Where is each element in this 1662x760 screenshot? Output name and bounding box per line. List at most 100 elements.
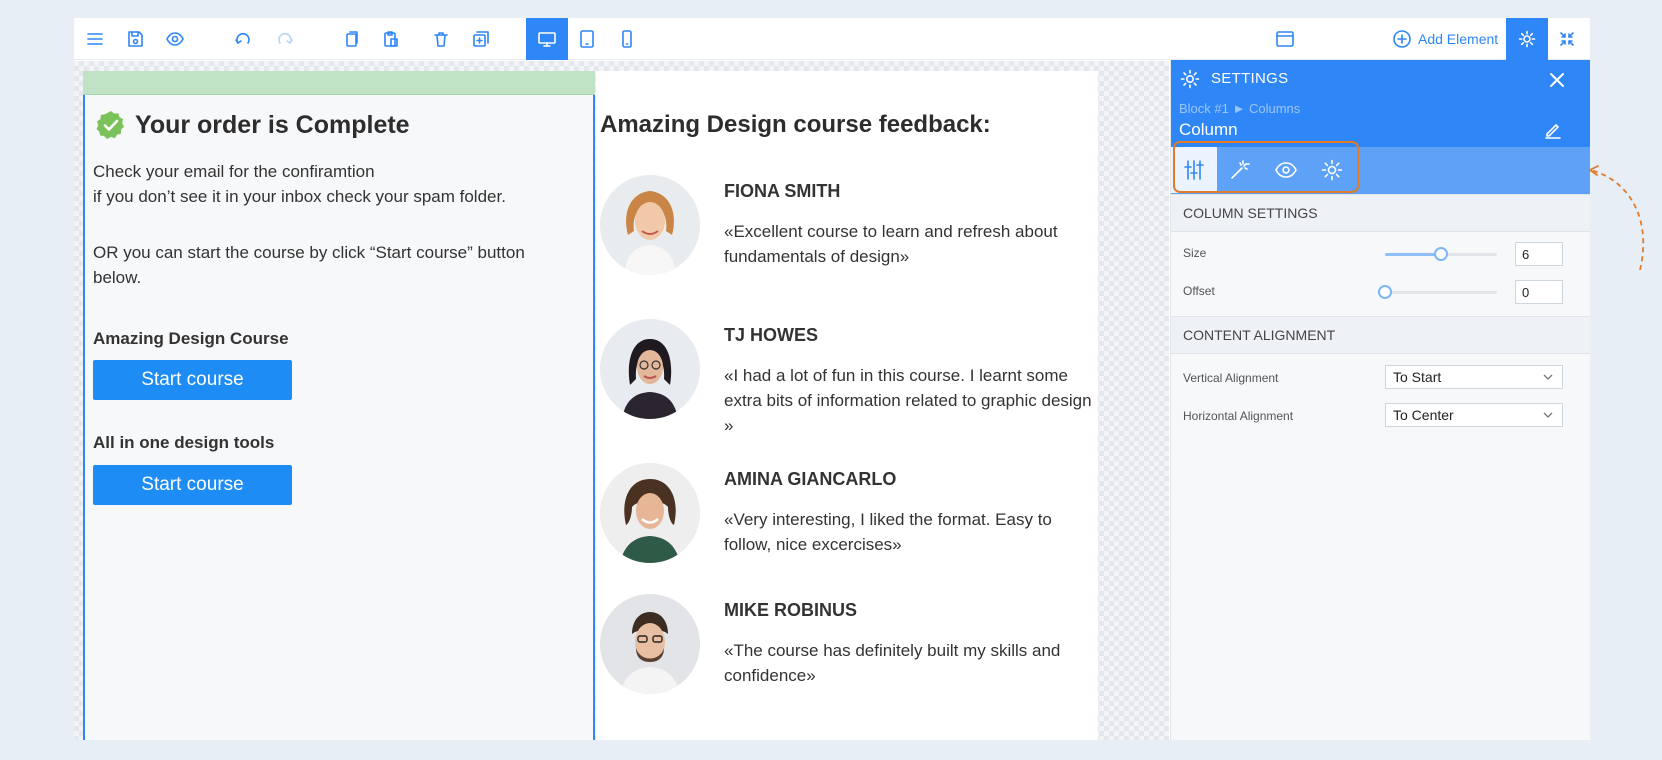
undo-button[interactable] — [222, 18, 264, 60]
delete-button[interactable] — [420, 18, 462, 60]
start-course-button-2[interactable]: Start course — [93, 465, 292, 505]
redo-icon — [278, 32, 293, 44]
paste-icon — [384, 31, 398, 47]
chevron-down-icon — [1543, 374, 1553, 380]
layout-window-button[interactable] — [1264, 18, 1306, 60]
column-settings-section: COLUMN SETTINGS — [1171, 194, 1590, 232]
desktop-view-button[interactable] — [526, 18, 568, 60]
verified-check-icon — [96, 111, 125, 139]
offset-input[interactable]: 0 — [1515, 280, 1563, 304]
top-toolbar: Add Element — [74, 18, 1590, 60]
start-course-instructions: OR you can start the course by click “St… — [93, 243, 525, 287]
review-quote: «I had a lot of fun in this course. I le… — [724, 366, 1092, 435]
undo-icon — [235, 32, 250, 44]
review-quote: «Excellent course to learn and refresh a… — [724, 222, 1058, 266]
chevron-down-icon — [1543, 412, 1553, 418]
tab-visibility[interactable] — [1263, 147, 1309, 193]
preview-icon — [166, 32, 184, 46]
preview-button[interactable] — [154, 18, 196, 60]
settings-title: SETTINGS — [1211, 70, 1289, 87]
course2-heading: All in one design tools — [93, 433, 275, 452]
mobile-icon — [622, 30, 632, 48]
settings-gear-icon — [1180, 69, 1200, 89]
menu-icon — [87, 33, 103, 45]
vertical-alignment-value: To Start — [1393, 369, 1442, 385]
save-button[interactable] — [114, 18, 156, 60]
horizontal-alignment-value: To Center — [1393, 407, 1454, 423]
offset-label: Offset — [1183, 284, 1215, 298]
course1-heading: Amazing Design Course — [93, 329, 289, 348]
gear-icon — [1321, 159, 1343, 181]
column-selection-bar — [83, 71, 595, 95]
size-slider-handle[interactable] — [1434, 247, 1448, 261]
start-course-button-1[interactable]: Start course — [93, 360, 292, 400]
window-icon — [1276, 31, 1294, 47]
collapse-icon — [1560, 32, 1574, 46]
avatar — [600, 175, 700, 275]
add-element-button[interactable]: Add Element — [1392, 28, 1498, 50]
desktop-icon — [538, 32, 556, 47]
size-label: Size — [1183, 246, 1207, 260]
tab-effects[interactable] — [1217, 147, 1263, 193]
add-element-label: Add Element — [1418, 31, 1499, 47]
review-quote: «The course has definitely built my skil… — [724, 641, 1061, 685]
reviewer-name: MIKE ROBINUS — [724, 600, 858, 620]
save-icon — [128, 31, 143, 47]
right-column[interactable]: Amazing Design course feedback: FIONA SM… — [596, 71, 1098, 740]
settings-toggle-button[interactable] — [1506, 18, 1548, 60]
eye-icon — [1275, 162, 1297, 178]
left-column[interactable]: Your order is Complete Check your email … — [83, 71, 595, 740]
size-slider[interactable] — [1385, 247, 1497, 261]
reviewer-name: TJ HOWES — [724, 325, 819, 345]
duplicate-icon — [473, 31, 489, 47]
tab-layout-settings[interactable] — [1171, 147, 1217, 193]
annotation-arrow — [1590, 165, 1645, 270]
reviewer-name: FIONA SMITH — [724, 181, 841, 201]
horizontal-alignment-select[interactable]: To Center — [1385, 403, 1563, 427]
paste-button[interactable] — [370, 18, 412, 60]
avatar — [600, 594, 700, 694]
delete-icon — [434, 32, 448, 47]
settings-icon — [1518, 30, 1536, 48]
page-builder-app: Add Element Your order is Complete Check… — [74, 18, 1590, 740]
redo-button[interactable] — [264, 18, 306, 60]
close-icon[interactable] — [1547, 70, 1567, 90]
menu-button[interactable] — [74, 18, 116, 60]
vertical-alignment-label: Vertical Alignment — [1183, 371, 1279, 385]
size-slider-fill — [1385, 253, 1441, 256]
order-title-text: Your order is Complete — [135, 110, 410, 139]
collapse-button[interactable] — [1546, 18, 1588, 60]
settings-header: SETTINGS Block #1 ► Columns Column — [1171, 60, 1590, 195]
tab-advanced-settings[interactable] — [1309, 147, 1355, 193]
tablet-view-button[interactable] — [566, 18, 608, 60]
offset-slider[interactable] — [1378, 285, 1497, 299]
magic-wand-icon — [1231, 160, 1250, 179]
breadcrumb[interactable]: Block #1 ► Columns — [1179, 101, 1300, 116]
review-quote: «Very interesting, I liked the format. E… — [724, 510, 1052, 554]
sliders-icon — [1184, 160, 1204, 180]
avatar — [600, 319, 700, 419]
editor-canvas: Your order is Complete Check your email … — [74, 61, 1169, 740]
confirmation-line-1: Check your email for the confiramtion — [93, 162, 375, 181]
settings-panel: SETTINGS Block #1 ► Columns Column COLUM… — [1170, 60, 1590, 740]
confirmation-text: Check your email for the confiramtion if… — [93, 159, 506, 209]
confirmation-line-2: if you don’t see it in your inbox check … — [93, 187, 506, 206]
avatar — [600, 463, 700, 563]
copy-icon — [346, 31, 358, 47]
tablet-icon — [580, 30, 594, 48]
settings-tabs — [1171, 147, 1590, 195]
size-input[interactable]: 6 — [1515, 242, 1563, 266]
offset-slider-handle[interactable] — [1378, 285, 1392, 299]
selected-element-name: Column — [1179, 120, 1238, 139]
feedback-title: Amazing Design course feedback: — [600, 111, 991, 138]
mobile-view-button[interactable] — [606, 18, 648, 60]
horizontal-alignment-label: Horizontal Alignment — [1183, 409, 1294, 423]
copy-button[interactable] — [330, 18, 372, 60]
order-complete-heading: Your order is Complete — [95, 109, 410, 141]
content-alignment-section: CONTENT ALIGNMENT — [1171, 316, 1590, 354]
duplicate-button[interactable] — [460, 18, 502, 60]
edit-pencil-icon[interactable] — [1543, 120, 1563, 140]
add-circle-icon — [1393, 30, 1411, 48]
reviewer-name: AMINA GIANCARLO — [724, 469, 897, 489]
vertical-alignment-select[interactable]: To Start — [1385, 365, 1563, 389]
